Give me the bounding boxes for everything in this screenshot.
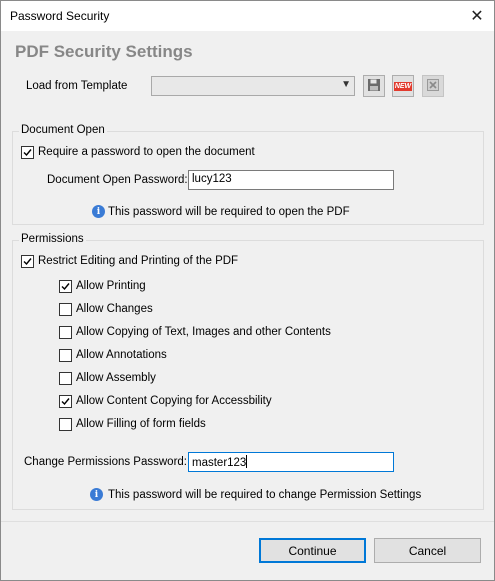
document-open-password-label: Document Open Password: [47,174,188,186]
allow-annotations-label[interactable]: Allow Annotations [76,349,167,361]
info-icon: i [92,205,105,218]
allow-changes-label[interactable]: Allow Changes [76,303,153,315]
allow-printing-label[interactable]: Allow Printing [76,280,146,292]
change-permissions-password-field[interactable]: master123 [188,452,394,472]
allow-annotations-checkbox[interactable] [59,349,72,362]
allow-assembly-checkbox[interactable] [59,372,72,385]
delete-icon [426,78,440,95]
allow-changes-checkbox[interactable] [59,303,72,316]
close-icon[interactable]: ✕ [460,1,494,31]
require-password-checkbox[interactable] [21,146,34,159]
permissions-group-label: Permissions [19,233,86,245]
window-title: Password Security [10,9,110,23]
footer-divider [1,521,494,522]
delete-template-button[interactable] [422,75,444,97]
allow-accessibility-copying-checkbox[interactable] [59,395,72,408]
new-template-button[interactable]: NEW [392,75,414,97]
allow-printing-checkbox[interactable] [59,280,72,293]
template-dropdown[interactable]: ▼ [151,76,355,96]
continue-button[interactable]: Continue [259,538,366,563]
load-template-label: Load from Template [26,80,128,92]
change-permissions-password-label: Change Permissions Password: [24,456,187,468]
allow-form-filling-label[interactable]: Allow Filling of form fields [76,418,206,430]
document-open-info-text: This password will be required to open t… [108,206,350,218]
text-cursor [246,455,248,468]
new-badge-icon: NEW [393,81,413,91]
document-open-password-field[interactable]: lucy123 [188,170,394,190]
allow-copying-label[interactable]: Allow Copying of Text, Images and other … [76,326,331,338]
allow-assembly-label[interactable]: Allow Assembly [76,372,156,384]
allow-form-filling-checkbox[interactable] [59,418,72,431]
permissions-info-text: This password will be required to change… [108,489,422,501]
password-security-dialog: Password Security ✕ PDF Security Setting… [0,0,495,581]
document-open-group-label: Document Open [19,124,107,136]
change-permissions-password-value: master123 [192,457,247,469]
title-bar: Password Security ✕ [1,1,494,31]
cancel-button[interactable]: Cancel [374,538,481,563]
allow-copying-checkbox[interactable] [59,326,72,339]
allow-accessibility-copying-label[interactable]: Allow Content Copying for Accessbility [76,395,272,407]
page-title: PDF Security Settings [15,42,193,61]
floppy-disk-icon [367,78,381,95]
chevron-down-icon: ▼ [341,79,351,90]
restrict-editing-checkbox[interactable] [21,255,34,268]
require-password-label[interactable]: Require a password to open the document [38,146,255,158]
restrict-editing-label[interactable]: Restrict Editing and Printing of the PDF [38,255,238,267]
save-template-button[interactable] [363,75,385,97]
info-icon: i [90,488,103,501]
